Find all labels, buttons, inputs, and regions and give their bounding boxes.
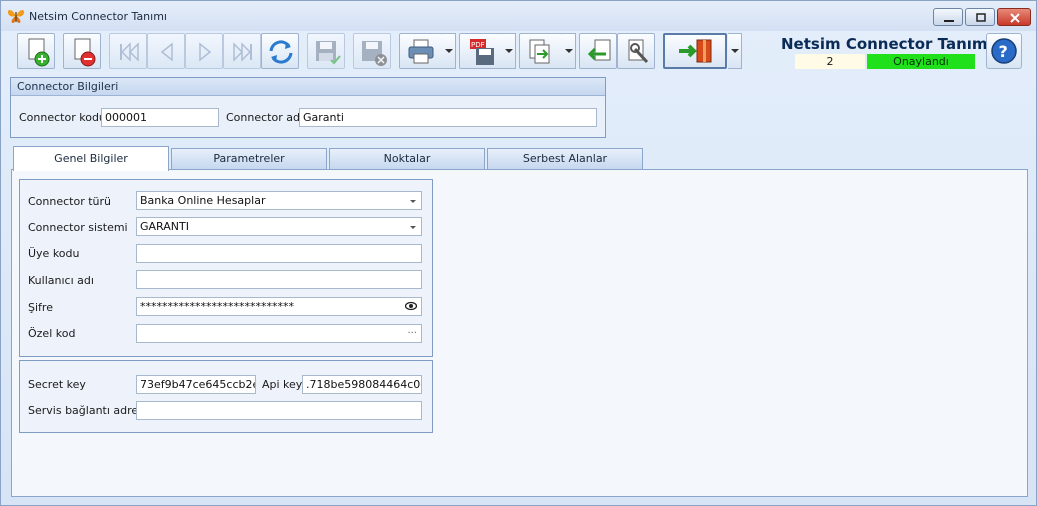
- first-record-button[interactable]: [109, 33, 147, 69]
- import-button[interactable]: [579, 33, 617, 69]
- help-button[interactable]: ?: [986, 33, 1022, 69]
- connector-code-input[interactable]: 000001: [101, 108, 219, 127]
- title-bar: Netsim Connector Tanımı: [1, 1, 1036, 31]
- minimize-icon: [944, 20, 954, 22]
- new-button[interactable]: [17, 33, 55, 69]
- exit-icon: [679, 39, 712, 63]
- save-icon: [316, 41, 341, 65]
- password-input[interactable]: ****************************: [136, 297, 422, 316]
- connector-type-value: Banka Online Hesaplar: [140, 194, 266, 207]
- ellipsis-icon[interactable]: ···: [407, 325, 417, 342]
- svg-text:?: ?: [999, 42, 1008, 61]
- special-code-label: Özel kod: [28, 327, 76, 340]
- connector-system-label: Connector sistemi: [28, 221, 128, 234]
- delete-icon: [74, 38, 96, 67]
- secret-key-label: Secret key: [28, 378, 86, 391]
- connector-code-label: Connector kodu: [19, 111, 106, 124]
- restore-icon: [976, 13, 986, 22]
- eye-icon[interactable]: [405, 301, 417, 311]
- window-title: Netsim Connector Tanımı: [29, 10, 167, 23]
- chevron-down-icon: [410, 226, 416, 229]
- tab-content: Connector türü Banka Online Hesaplar Con…: [11, 169, 1028, 497]
- export-icon: [529, 39, 550, 64]
- service-url-input[interactable]: [136, 401, 422, 420]
- import-icon: [587, 39, 611, 61]
- tab-general[interactable]: Genel Bilgiler: [13, 146, 169, 171]
- refresh-button[interactable]: [261, 33, 299, 69]
- connector-name-input[interactable]: Garanti: [299, 108, 597, 127]
- print-button[interactable]: [399, 33, 443, 69]
- next-record-button[interactable]: [185, 33, 223, 69]
- help-icon: ?: [991, 38, 1017, 64]
- password-value: ****************************: [140, 300, 294, 313]
- member-code-label: Üye kodu: [28, 247, 80, 260]
- connector-type-label: Connector türü: [28, 195, 112, 208]
- api-group: Secret key 73ef9b47ce645ccb2e43 Api key …: [19, 360, 433, 433]
- special-code-input[interactable]: ···: [136, 324, 422, 343]
- delete-button[interactable]: [63, 33, 101, 69]
- pdf-dropdown[interactable]: [502, 33, 516, 69]
- last-icon: [233, 42, 252, 62]
- tools-button[interactable]: [617, 33, 655, 69]
- close-icon: [1010, 13, 1020, 23]
- tab-free-fields[interactable]: Serbest Alanlar: [487, 148, 643, 170]
- print-icon: [408, 39, 434, 64]
- api-key-label: Api key: [262, 378, 303, 391]
- status-badge: Onaylandı: [867, 54, 975, 69]
- username-input[interactable]: [136, 270, 422, 289]
- exit-dropdown[interactable]: [728, 33, 742, 69]
- refresh-icon: [269, 40, 293, 64]
- export-button[interactable]: [519, 33, 563, 69]
- print-dropdown[interactable]: [442, 33, 456, 69]
- exit-button[interactable]: [663, 33, 727, 69]
- connector-group-title: Connector Bilgileri: [11, 78, 605, 96]
- service-url-label: Servis bağlantı adresi: [28, 404, 147, 417]
- password-label: Şifre: [28, 301, 53, 314]
- last-record-button[interactable]: [223, 33, 261, 69]
- minimize-button[interactable]: [933, 8, 963, 26]
- connector-system-value: GARANTI: [140, 220, 189, 233]
- api-key-input[interactable]: .718be598084464c0ea2: [302, 375, 422, 394]
- save-close-icon: [362, 41, 387, 66]
- save-button[interactable]: [307, 33, 345, 69]
- chevron-down-icon: [410, 200, 416, 203]
- prev-icon: [160, 42, 173, 62]
- connector-type-select[interactable]: Banka Online Hesaplar: [136, 191, 422, 210]
- tab-parameters[interactable]: Parametreler: [171, 148, 327, 170]
- butterfly-icon: [7, 9, 25, 23]
- record-number: 2: [795, 54, 865, 69]
- maximize-button[interactable]: [965, 8, 995, 26]
- app-window: Netsim Connector Tanımı PDF Netsim Conne…: [0, 0, 1037, 506]
- username-label: Kullanıcı adı: [28, 274, 94, 287]
- prev-record-button[interactable]: [147, 33, 185, 69]
- connector-group: Connector Bilgileri Connector kodu 00000…: [10, 77, 606, 138]
- new-icon: [28, 38, 50, 67]
- connector-system-select[interactable]: GARANTI: [136, 217, 422, 236]
- svg-text:PDF: PDF: [471, 41, 485, 49]
- form-title: Netsim Connector Tanımı: [781, 35, 993, 53]
- member-code-input[interactable]: [136, 244, 422, 263]
- close-button[interactable]: [997, 8, 1031, 26]
- export-dropdown[interactable]: [562, 33, 576, 69]
- secret-key-input[interactable]: 73ef9b47ce645ccb2e43: [136, 375, 256, 394]
- pdf-icon: PDF: [470, 39, 494, 65]
- connector-name-label: Connector adı: [226, 111, 304, 124]
- tab-points[interactable]: Noktalar: [329, 148, 485, 170]
- general-info-group: Connector türü Banka Online Hesaplar Con…: [19, 179, 433, 357]
- next-icon: [199, 42, 212, 62]
- first-icon: [120, 42, 139, 62]
- save-close-button[interactable]: [353, 33, 391, 69]
- pdf-button[interactable]: PDF: [459, 33, 503, 69]
- tools-icon: [628, 39, 649, 64]
